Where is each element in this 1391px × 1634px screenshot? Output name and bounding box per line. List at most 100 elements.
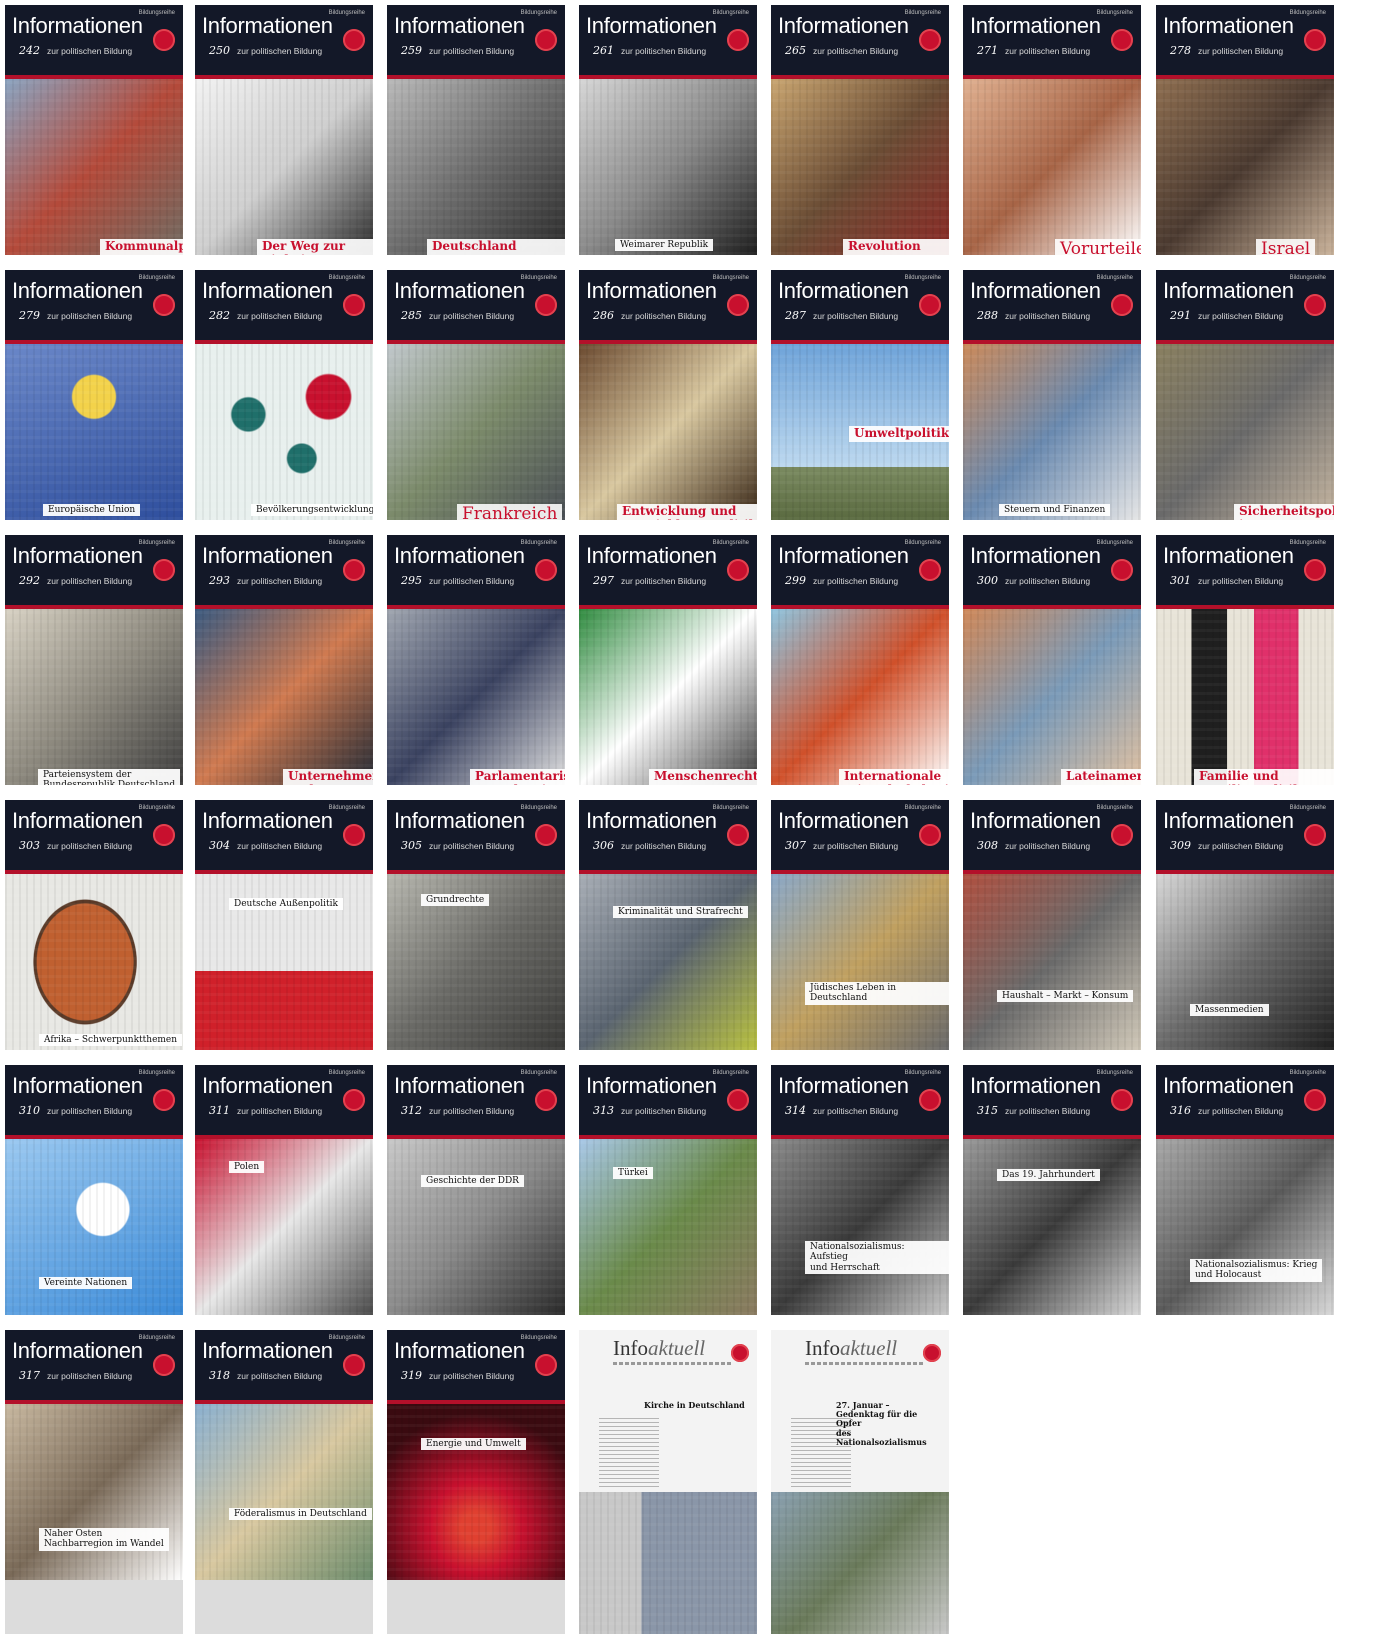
publication-cover[interactable]: Informationen 300 zur politischen Bildung B… [963, 535, 1141, 785]
cover-title: Kriminalität und Strafrecht [613, 906, 748, 919]
publication-cover[interactable]: Informationen 295 zur politischen Bildung B… [387, 535, 565, 785]
cover-subtitle: zur politischen Bildung [47, 576, 133, 586]
cover-brand: Informationen [1163, 278, 1294, 303]
seal-icon [727, 29, 749, 51]
publication-cover[interactable]: Informationen 278 zur politischen Bildung B… [1156, 5, 1334, 255]
publication-cover[interactable]: Infoaktuell 27. Januar – Gedenktag für di… [771, 1330, 949, 1634]
publication-cover[interactable]: Informationen 303 zur politischen Bildung B… [5, 800, 183, 1050]
cover-subtitle: zur politischen Bildung [47, 1371, 133, 1381]
publication-cover[interactable]: Informationen 308 zur politischen Bildung B… [963, 800, 1141, 1050]
publication-cover[interactable]: Informationen 287 zur politischen Bildung B… [771, 270, 949, 520]
seal-icon [535, 294, 557, 316]
publication-cover[interactable]: Informationen 291 zur politischen Bildung B… [1156, 270, 1334, 520]
publication-cover[interactable]: Informationen 309 zur politischen Bildung B… [1156, 800, 1334, 1050]
cover-title: Kommunalpolitik [100, 239, 183, 255]
publication-cover[interactable]: Informationen 312 zur politischen Bildung B… [387, 1065, 565, 1315]
publication-cover[interactable]: Informationen 317 zur politischen Bildung B… [5, 1330, 183, 1634]
cover-brand: Informationen [586, 808, 717, 833]
publication-cover[interactable]: Infoaktuell Kirche in Deutschland [579, 1330, 757, 1634]
cover-title: Parteiensystem der Bundesrepublik Deutsc… [38, 769, 181, 785]
publisher-mark: Bildungsreihe [1096, 805, 1133, 811]
cover-subtitle: zur politischen Bildung [237, 1371, 323, 1381]
publication-cover[interactable]: Informationen 282 zur politischen Bildung B… [195, 270, 373, 520]
cover-subtitle: zur politischen Bildung [1005, 46, 1091, 56]
cover-divider [5, 1400, 183, 1404]
seal-icon [727, 824, 749, 846]
publisher-mark: Bildungsreihe [712, 275, 749, 281]
cover-photo [771, 1139, 949, 1315]
cover-brand: Informationen [586, 13, 717, 38]
cover-subtitle: zur politischen Bildung [621, 46, 707, 56]
cover-title: Parlamentarische Demokratie [470, 769, 565, 785]
cover-title: Haushalt – Markt – Konsum [997, 990, 1134, 1003]
publication-cover[interactable]: Informationen 261 zur politischen Bildung B… [579, 5, 757, 255]
issue-number: 292 [19, 574, 40, 587]
publication-cover[interactable]: Informationen 307 zur politischen Bildung B… [771, 800, 949, 1050]
publisher-mark: Bildungsreihe [138, 275, 175, 281]
cover-brand: Informationen [394, 808, 525, 833]
publication-cover[interactable]: Informationen 286 zur politischen Bildung B… [579, 270, 757, 520]
cover-photo [387, 344, 565, 520]
cover-title: 27. Januar – Gedenktag für die Opfer des… [836, 1400, 927, 1447]
cover-divider [5, 1135, 183, 1139]
publication-cover[interactable]: Informationen 293 zur politischen Bildung B… [195, 535, 373, 785]
seal-icon [535, 559, 557, 581]
cover-subtitle: zur politischen Bildung [1198, 311, 1284, 321]
publisher-mark: Bildungsreihe [904, 10, 941, 16]
seal-icon [727, 559, 749, 581]
cover-subtitle: zur politischen Bildung [1198, 46, 1284, 56]
publication-cover[interactable]: Informationen 313 zur politischen Bildung B… [579, 1065, 757, 1315]
issue-number: 261 [593, 44, 614, 57]
publication-cover[interactable]: Informationen 316 zur politischen Bildung B… [1156, 1065, 1334, 1315]
cover-subtitle: zur politischen Bildung [237, 46, 323, 56]
publisher-mark: Bildungsreihe [328, 275, 365, 281]
publication-cover[interactable]: Informationen 271 zur politischen Bildung B… [963, 5, 1141, 255]
cover-divider [1156, 1135, 1334, 1139]
cover-divider [195, 1400, 373, 1404]
cover-title: Naher Osten Nachbarregion im Wandel [39, 1528, 169, 1551]
cover-photo [5, 1404, 183, 1580]
issue-number: 279 [19, 309, 40, 322]
seal-icon [727, 1089, 749, 1111]
cover-brand: Informationen [12, 13, 143, 38]
cover-subtitle: zur politischen Bildung [813, 311, 899, 321]
cover-photo [387, 609, 565, 785]
publication-cover[interactable]: Informationen 285 zur politischen Bildung B… [387, 270, 565, 520]
publication-cover[interactable]: Informationen 304 zur politischen Bildung B… [195, 800, 373, 1050]
publication-cover[interactable]: Informationen 318 zur politischen Bildung B… [195, 1330, 373, 1634]
publication-cover[interactable]: Informationen 297 zur politischen Bildung B… [579, 535, 757, 785]
publication-cover[interactable]: Informationen 310 zur politischen Bildung B… [5, 1065, 183, 1315]
cover-photo [1156, 874, 1334, 1050]
seal-icon [919, 29, 941, 51]
cover-subtitle: zur politischen Bildung [1198, 1106, 1284, 1116]
seal-icon [535, 824, 557, 846]
publication-cover[interactable]: Informationen 301 zur politischen Bildung B… [1156, 535, 1334, 785]
publication-cover[interactable]: Informationen 319 zur politischen Bildung B… [387, 1330, 565, 1634]
publication-cover[interactable]: Informationen 265 zur politischen Bildung B… [771, 5, 949, 255]
publisher-mark: Bildungsreihe [138, 1070, 175, 1076]
publication-cover[interactable]: Informationen 242 zur politischen Bildung B… [5, 5, 183, 255]
publication-cover[interactable]: Informationen 299 zur politischen Bildung B… [771, 535, 949, 785]
publication-cover[interactable]: Informationen 314 zur politischen Bildung B… [771, 1065, 949, 1315]
publication-cover[interactable]: Informationen 292 zur politischen Bildung B… [5, 535, 183, 785]
cover-subtitle: zur politischen Bildung [47, 46, 133, 56]
logo-rule [613, 1362, 733, 1365]
cover-divider [387, 340, 565, 344]
publication-cover[interactable]: Informationen 250 zur politischen Bildung B… [195, 5, 373, 255]
cover-photo [387, 79, 565, 255]
publisher-mark: Bildungsreihe [1289, 540, 1326, 546]
publication-cover[interactable]: Informationen 311 zur politischen Bildung B… [195, 1065, 373, 1315]
cover-subtitle: zur politischen Bildung [47, 841, 133, 851]
publication-cover[interactable]: Informationen 305 zur politischen Bildung B… [387, 800, 565, 1050]
publication-cover[interactable]: Informationen 279 zur politischen Bildung B… [5, 270, 183, 520]
cover-subtitle: zur politischen Bildung [237, 311, 323, 321]
info-aktuell-logo: Infoaktuell [613, 1336, 705, 1361]
publisher-mark: Bildungsreihe [1096, 1070, 1133, 1076]
publication-cover[interactable]: Informationen 259 zur politischen Bildung B… [387, 5, 565, 255]
publication-cover[interactable]: Informationen 315 zur politischen Bildung B… [963, 1065, 1141, 1315]
cover-title: Das 19. Jahrhundert [997, 1169, 1100, 1182]
cover-photo [963, 344, 1141, 520]
publication-cover[interactable]: Informationen 288 zur politischen Bildung B… [963, 270, 1141, 520]
publication-cover[interactable]: Informationen 306 zur politischen Bildung B… [579, 800, 757, 1050]
cover-brand: Informationen [12, 543, 143, 568]
